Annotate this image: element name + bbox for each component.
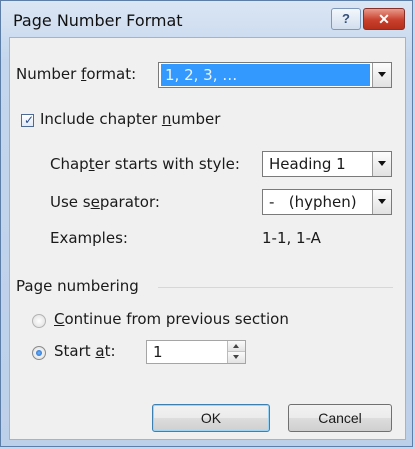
- number-format-label: Number format:: [16, 65, 137, 83]
- number-format-dropdown[interactable]: 1, 2, 3, …: [158, 62, 392, 88]
- examples-value: 1-1, 1-A: [262, 229, 321, 247]
- chapter-style-dropdown[interactable]: Heading 1: [262, 151, 392, 177]
- group-divider: [158, 287, 393, 288]
- continue-previous-label[interactable]: Continue from previous section: [54, 310, 289, 328]
- include-chapter-number-label[interactable]: Include chapter number: [40, 110, 220, 128]
- start-at-spinner[interactable]: 1: [146, 340, 246, 364]
- examples-label: Examples:: [50, 229, 128, 247]
- page-numbering-group-label: Page numbering: [16, 277, 139, 295]
- chevron-up-icon: [233, 344, 239, 348]
- spinner-up-button[interactable]: [228, 341, 245, 352]
- spinner-buttons: [227, 341, 245, 363]
- close-icon: ✕: [378, 11, 390, 27]
- include-chapter-number-checkbox[interactable]: ✓: [21, 113, 35, 127]
- separator-value: - (hyphen): [269, 193, 357, 211]
- help-button[interactable]: ?: [331, 8, 361, 30]
- dialog-title: Page Number Format: [13, 11, 183, 30]
- chevron-down-icon: [233, 355, 239, 359]
- cancel-button[interactable]: Cancel: [288, 404, 392, 432]
- chapter-style-value: Heading 1: [269, 155, 346, 173]
- separator-dropdown[interactable]: - (hyphen): [262, 189, 392, 215]
- dialog-body: Number format: 1, 2, 3, … ✓ Include chap…: [9, 37, 406, 440]
- chevron-down-icon: [378, 199, 386, 204]
- number-format-value: 1, 2, 3, …: [161, 64, 370, 86]
- spinner-down-button[interactable]: [228, 352, 245, 363]
- chapter-style-dropdown-button[interactable]: [372, 152, 391, 176]
- chevron-down-icon: [378, 161, 386, 166]
- chevron-down-icon: [378, 72, 386, 77]
- page-number-format-dialog: Page Number Format ? ✕ Number format: 1,…: [0, 0, 413, 447]
- help-icon: ?: [342, 11, 350, 26]
- start-at-radio[interactable]: [32, 346, 46, 360]
- start-at-value[interactable]: 1: [153, 343, 163, 361]
- radio-selected-dot: [36, 350, 42, 356]
- ok-button[interactable]: OK: [152, 404, 270, 432]
- continue-previous-radio[interactable]: [32, 314, 46, 328]
- number-format-dropdown-button[interactable]: [372, 63, 391, 87]
- checkmark-icon: ✓: [24, 113, 35, 127]
- chapter-style-label: Chapter starts with style:: [50, 155, 240, 173]
- separator-label: Use separator:: [50, 193, 160, 211]
- close-button[interactable]: ✕: [363, 8, 405, 30]
- separator-dropdown-button[interactable]: [372, 190, 391, 214]
- start-at-label[interactable]: Start at:: [54, 342, 116, 360]
